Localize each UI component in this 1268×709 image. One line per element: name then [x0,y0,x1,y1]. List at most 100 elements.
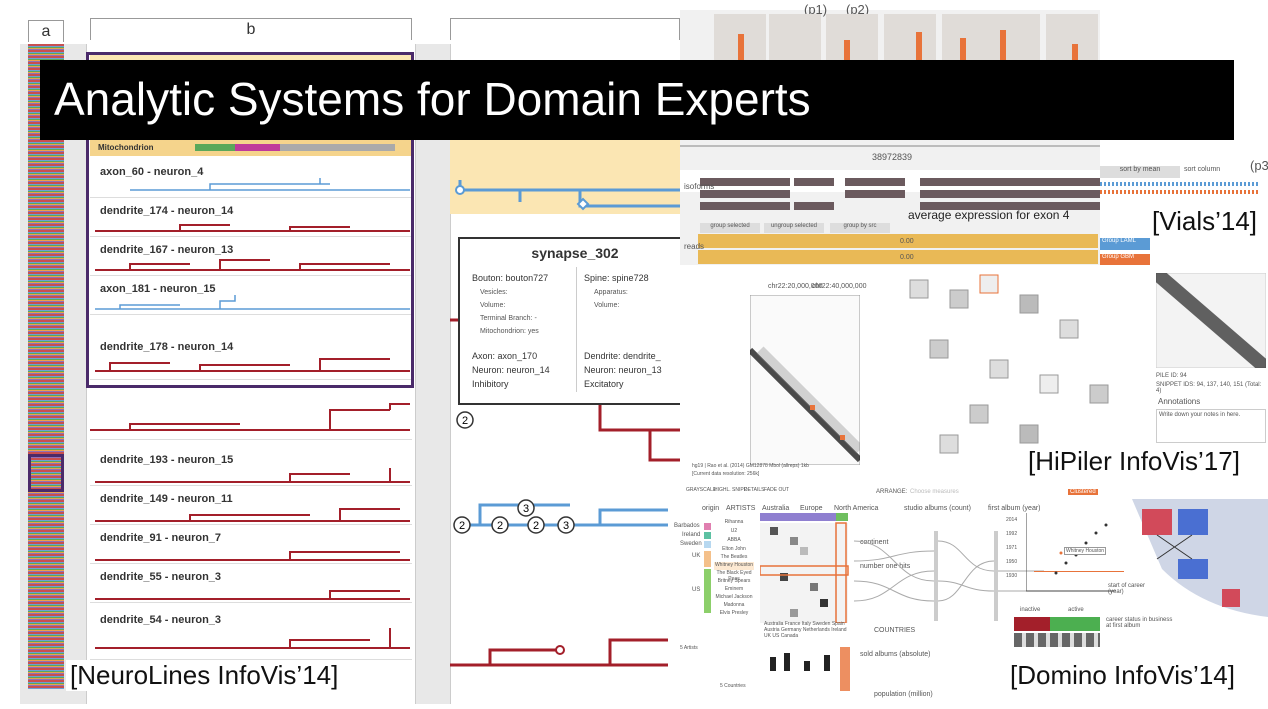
overview-strip[interactable] [28,44,64,689]
active-bar [1050,617,1100,631]
tooltip-neuron: Neuron: neuron_13 [584,365,662,375]
measures-select[interactable]: Choose measures [910,489,959,495]
overview-selection[interactable] [28,454,64,492]
year-tick: 1992 [1006,531,1018,537]
vials-annotation: average expression for exon 4 [908,208,1070,222]
origin-label: Ireland [682,532,701,538]
pile-preview [1156,273,1266,368]
clustered-toggle[interactable]: Clustered [1068,489,1098,495]
column-b-header: b [90,18,412,40]
sold-albums-bars [770,647,850,691]
origin-swatch [704,569,711,613]
hipiler-footer: hg19 | Rao et al. (2014) GM12878 Mbol (a… [692,463,809,469]
year-tick: 1971 [1006,545,1018,551]
badge-text: 2 [533,520,539,532]
tooltip-mito: Mitochondrion: yes [480,328,539,335]
tooltip-inhibitory: Inhibitory [472,379,509,389]
vials-value: 0.00 [900,254,914,261]
tooltip-title: synapse_302 [531,245,619,261]
notes-input[interactable]: Write down your notes in here. [1156,409,1266,443]
badge-text: 3 [563,520,569,532]
origin-label: Barbados [674,523,700,529]
origin-header: origin [702,505,720,512]
neurite-row[interactable]: dendrite_193 - neuron_15 [90,448,412,486]
neurite-line [95,551,410,561]
career-status-label: career status in business at first album [1106,617,1173,629]
artist-list: Rihanna U2 ABBA Elton John The Beatles W… [714,519,754,619]
vials-p3-label: (p3 [1250,158,1268,173]
badge-text: 2 [462,415,468,427]
title-banner: Analytic Systems for Domain Experts [40,60,1234,140]
tooltip-apparatus: Apparatus: [594,289,628,296]
grayscale-toggle[interactable]: GRAYSCALE [686,487,716,493]
artist-name: Whitney Houston [714,562,754,570]
sort-column-label: sort column [1184,166,1221,173]
sort-by-mean-button[interactable]: sort by mean [1100,166,1180,178]
highlight-toggle[interactable]: HIGHL. SNIPP. [714,487,748,493]
snippet-ids: SNIPPET IDS: 94, 137, 140, 151 (Total: 4… [1156,382,1262,394]
artist-name: Rihanna [724,519,744,525]
country-name: Canada [780,633,799,639]
neurite-line [90,403,410,431]
hipiler-resolution: [Current data resolution: 256k] [692,471,760,477]
vials-reads-label: reads [684,242,705,251]
vials-caption: [Vials’14] [1152,206,1258,236]
neurite-line [95,468,410,483]
neurite-line [95,508,410,522]
origin-label: US [692,587,701,593]
vials-isoforms-label: isoforms [684,182,715,191]
badge-text: 3 [523,503,529,515]
group-laml-label: Group LAML [1100,238,1150,250]
origin-swatch [704,541,711,548]
hic-matrix [750,295,860,465]
details-toggle[interactable]: DETAILS [744,487,764,493]
artists-header: ARTISTS [726,505,756,512]
tooltip-excitatory: Excitatory [584,379,624,389]
neurite-row[interactable]: dendrite_54 - neuron_3 [90,608,412,660]
neurite-row[interactable]: dendrite_149 - neuron_11 [90,487,412,525]
origin-swatch [704,532,711,539]
scatter-tooltip: Whitney Houston [1064,547,1107,555]
neurite-row[interactable]: dendrite_91 - neuron_7 [90,526,412,564]
artist-name: Madonna [723,602,745,608]
country-name: Ireland [831,627,847,633]
column-a-header: a [28,20,64,42]
australia-header: Australia [762,505,790,512]
artist-name: Elvis Presley [719,610,749,616]
badge-text: 2 [497,520,503,532]
country-name: UK [764,633,771,639]
annotations-label: Annotations [1158,397,1201,406]
origin-label: Sweden [680,541,702,547]
status-bar [1014,633,1100,647]
hipiler-caption: [HiPiler InfoVis’17] [1024,446,1244,477]
artist-name: ABBA [727,537,741,543]
tooltip-vesicles: Vesicles: [480,289,508,296]
neurite-row[interactable]: dendrite_55 - neuron_3 [90,565,412,603]
tooltip-terminal: Terminal Branch: - [480,315,537,322]
neurite-row[interactable] [90,390,412,440]
domino-caption: [Domino InfoVis’14] [1006,660,1239,691]
artist-name: Eminem [724,586,744,592]
origin-swatch [704,551,711,567]
pile-id: PILE ID: 94 [1156,373,1187,379]
group-by-src-button[interactable]: group by src [830,223,890,233]
tooltip-spine: Spine: spine728 [584,273,649,283]
europe-header: Europe [800,505,823,512]
fade-out-toggle[interactable]: FADE OUT [764,487,789,493]
country-axis: Australia France Italy Sweden Spain Aust… [764,621,854,645]
group-selected-button[interactable]: group selected [700,223,760,233]
year-tick: 2014 [1006,517,1018,523]
artist-name: The Black Eyed Peas [716,570,752,582]
origin-swatch [704,523,711,530]
neurite-line [95,590,410,600]
countries-label: COUNTRIES [874,627,916,634]
year-tick: 1930 [1006,573,1018,579]
origin-label: UK [692,553,701,559]
tooltip-divider [576,267,577,392]
artist-name: Britney Spears [717,578,751,584]
artist-name: Michael Jackson [715,594,753,600]
tooltip-neuron: Neuron: neuron_14 [472,365,550,375]
vials-position: 38972839 [872,152,913,162]
ungroup-selected-button[interactable]: ungroup selected [764,223,824,233]
inactive-bar [1014,617,1050,631]
